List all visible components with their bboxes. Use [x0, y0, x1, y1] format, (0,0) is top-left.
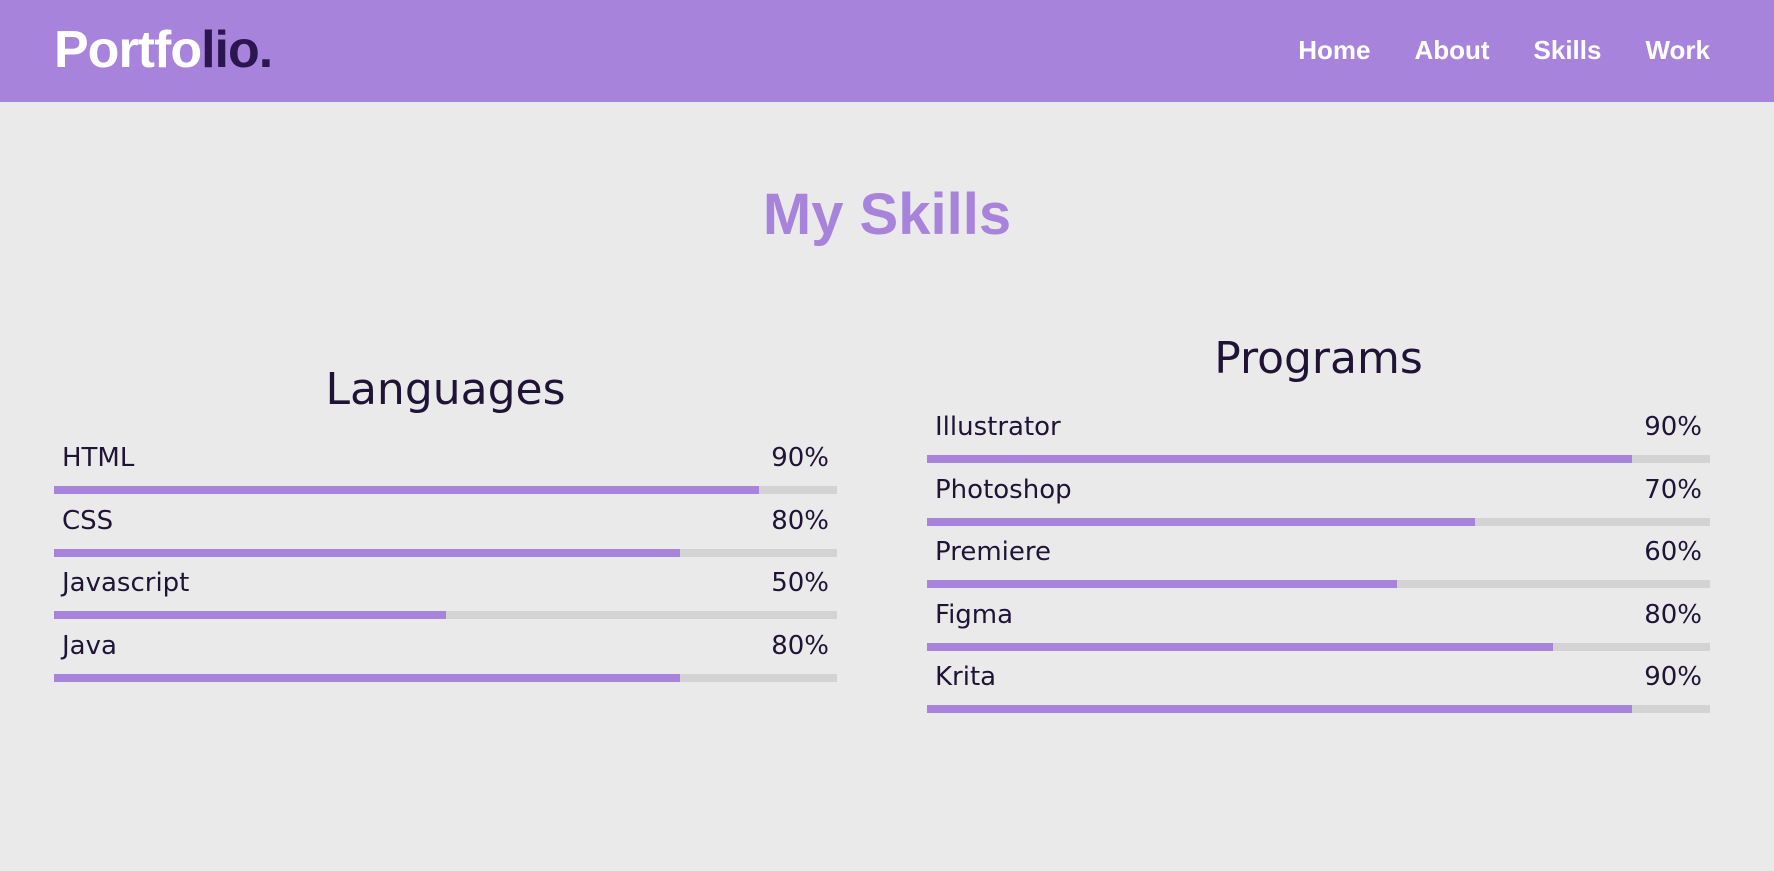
skill-figma: Figma 80% [927, 597, 1710, 660]
nav-link-home[interactable]: Home [1298, 33, 1370, 67]
skill-javascript: Javascript 50% [54, 565, 837, 628]
main-nav: Home About Skills Work [1298, 33, 1710, 67]
languages-section: Languages HTML 90% CSS 80% Javascript 50… [54, 360, 837, 690]
skill-bar-fill [927, 705, 1632, 713]
logo-part-dark: lio. [201, 21, 273, 79]
skill-name: Photoshop [935, 474, 1072, 505]
skill-name: Premiere [935, 537, 1051, 567]
programs-section: Programs Illustrator 90% Photoshop 70% P… [927, 329, 1710, 722]
skill-name: HTML [62, 443, 135, 473]
skill-name: Figma [935, 599, 1014, 630]
skill-premiere: Premiere 60% [927, 534, 1710, 597]
skill-percent: 90% [1644, 412, 1702, 442]
navbar: Portfolio. Home About Skills Work [0, 0, 1774, 102]
skill-bar-track [54, 611, 837, 619]
skill-name: CSS [62, 505, 114, 536]
skill-percent: 60% [1644, 537, 1702, 567]
skill-bar-track [54, 486, 837, 494]
skill-bar-fill [927, 455, 1632, 463]
skill-percent: 80% [1644, 599, 1702, 630]
skill-bar-fill [54, 548, 681, 557]
skill-bar-fill [927, 580, 1397, 588]
skill-java: Java 80% [54, 628, 837, 691]
skill-bar-track [927, 455, 1710, 463]
nav-link-about[interactable]: About [1414, 33, 1489, 67]
programs-title: Programs [1214, 333, 1423, 384]
languages-title: Languages [325, 364, 566, 415]
skill-name: Javascript [62, 568, 190, 598]
skill-illustrator: Illustrator 90% [927, 409, 1710, 472]
page-title: My Skills [762, 182, 1012, 247]
skill-bar-fill [927, 517, 1476, 526]
skill-html: HTML 90% [54, 440, 837, 503]
skill-photoshop: Photoshop 70% [927, 472, 1710, 535]
nav-link-work[interactable]: Work [1645, 33, 1710, 67]
skill-name: Illustrator [935, 412, 1061, 442]
skill-percent: 90% [1644, 662, 1702, 692]
skill-bar-fill [927, 642, 1554, 651]
skill-css: CSS 80% [54, 503, 837, 566]
skill-percent: 50% [771, 568, 829, 598]
skill-percent: 70% [1644, 474, 1702, 505]
nav-link-skills[interactable]: Skills [1534, 33, 1602, 67]
skill-bar-track [54, 673, 837, 682]
skill-bar-fill [54, 673, 681, 682]
skill-percent: 90% [771, 443, 829, 473]
skill-bar-track [927, 580, 1710, 588]
logo-part-light: Portfo [54, 21, 202, 79]
skill-krita: Krita 90% [927, 659, 1710, 722]
skill-name: Java [62, 630, 117, 661]
skill-bar-fill [54, 486, 759, 494]
skill-percent: 80% [771, 630, 829, 661]
skill-bar-track [54, 548, 837, 557]
skill-bar-track [927, 517, 1710, 526]
logo[interactable]: Portfolio. [54, 20, 273, 80]
skill-bar-fill [54, 611, 446, 619]
skill-percent: 80% [771, 505, 829, 536]
skill-bar-track [927, 705, 1710, 713]
skill-bar-track [927, 642, 1710, 651]
skill-name: Krita [935, 662, 997, 692]
